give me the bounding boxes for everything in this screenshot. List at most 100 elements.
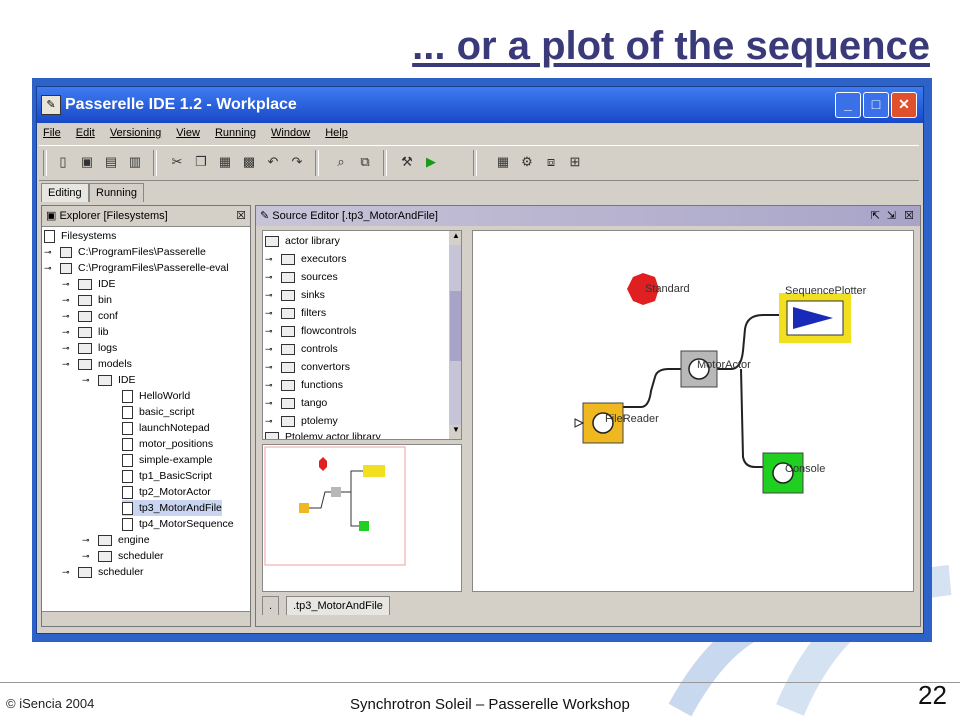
explorer-header: ▣ Explorer [Filesystems] ☒: [42, 206, 250, 227]
editor-header: ✎ Source Editor [.tp3_MotorAndFile] ⇱ ⇲ …: [256, 206, 920, 226]
tree-item[interactable]: tp4_MotorSequence: [122, 516, 234, 532]
layout-icon[interactable]: ⊞: [567, 154, 583, 170]
delete-icon[interactable]: ▩: [241, 154, 257, 170]
overview-reader: [299, 503, 309, 513]
tree-item[interactable]: ⊸ IDE: [82, 372, 136, 388]
vertical-scrollbar[interactable]: ▲ ▼: [449, 231, 461, 439]
library-item[interactable]: ⊸ sinks: [265, 287, 325, 303]
stop-icon[interactable]: ⧈: [543, 154, 559, 170]
library-item[interactable]: ⊸ sources: [265, 269, 338, 285]
window-titlebar[interactable]: ✎ Passerelle IDE 1.2 - Workplace _ □ ✕: [37, 87, 923, 123]
tree-item[interactable]: ⊸ models: [62, 356, 132, 372]
paste-icon[interactable]: ▦: [217, 154, 233, 170]
tree-item[interactable]: ⊸ C:\ProgramFiles\Passerelle-eval: [44, 260, 229, 276]
undo-icon[interactable]: ↶: [265, 154, 281, 170]
overview-director: [319, 457, 327, 471]
cut-icon[interactable]: ✂: [169, 154, 185, 170]
scroll-down-icon[interactable]: ▼: [449, 425, 461, 439]
library-item[interactable]: ⊸ convertors: [265, 359, 350, 375]
library-item[interactable]: ⊸ functions: [265, 377, 343, 393]
tree-item[interactable]: ⊸ scheduler: [62, 564, 144, 580]
tree-item[interactable]: launchNotepad: [122, 420, 210, 436]
tree-item[interactable]: ⊸ IDE: [62, 276, 116, 292]
tree-item[interactable]: ⊸ logs: [62, 340, 117, 356]
maximize-icon[interactable]: □: [863, 92, 889, 118]
explorer-panel: ▣ Explorer [Filesystems] ☒ Filesystems ⊸…: [41, 205, 251, 627]
tab-editing[interactable]: Editing: [41, 183, 89, 202]
tree-item[interactable]: HelloWorld: [122, 388, 190, 404]
redo-icon[interactable]: ↷: [289, 154, 305, 170]
library-item[interactable]: actor library: [265, 233, 340, 249]
tree-item[interactable]: tp2_MotorActor: [122, 484, 211, 500]
footer-divider: [0, 682, 960, 683]
menu-help[interactable]: Help: [325, 127, 348, 139]
run-icon[interactable]: ▶: [423, 154, 439, 170]
debug-icon[interactable]: ⚙: [519, 154, 535, 170]
undock-icon[interactable]: ⇱: [871, 206, 880, 226]
footer-text: Synchrotron Soleil – Passerelle Workshop: [350, 696, 630, 713]
menu-versioning[interactable]: Versioning: [110, 127, 161, 139]
library-item[interactable]: ⊸ tango: [265, 395, 327, 411]
tab-model[interactable]: .tp3_MotorAndFile: [286, 596, 390, 615]
close-panel-icon[interactable]: ☒: [236, 206, 246, 226]
overview-console: [359, 521, 369, 531]
ide-window: ✎ Passerelle IDE 1.2 - Workplace _ □ ✕ F…: [36, 86, 924, 634]
library-item[interactable]: ⊸ executors: [265, 251, 347, 267]
scroll-up-icon[interactable]: ▲: [449, 231, 461, 245]
tree-item[interactable]: motor_positions: [122, 436, 213, 452]
tree-item[interactable]: Filesystems: [44, 228, 116, 244]
slide-title: ... or a plot of the sequence: [412, 24, 930, 68]
save-all-icon[interactable]: ▤: [103, 154, 119, 170]
tree-item[interactable]: ⊸ bin: [62, 292, 112, 308]
menu-edit[interactable]: Edit: [76, 127, 95, 139]
close-editor-icon[interactable]: ☒: [904, 206, 914, 226]
save-icon[interactable]: ▣: [79, 154, 95, 170]
tree-item-selected[interactable]: tp3_MotorAndFile: [122, 500, 222, 516]
plotter-label: SequencePlotter: [785, 285, 867, 297]
library-item[interactable]: ⊸ controls: [265, 341, 338, 357]
scroll-thumb[interactable]: [450, 291, 461, 361]
console-label: Console: [785, 463, 826, 475]
new-icon[interactable]: ▯: [55, 154, 71, 170]
library-item[interactable]: ⊸ ptolemy: [265, 413, 338, 429]
menu-running[interactable]: Running: [215, 127, 256, 139]
tree-item[interactable]: basic_script: [122, 404, 194, 420]
model-icon[interactable]: ▦: [495, 154, 511, 170]
horizontal-scrollbar[interactable]: [42, 611, 250, 626]
library-item[interactable]: ⊸ flowcontrols: [265, 323, 356, 339]
tab-dot[interactable]: .: [262, 596, 280, 615]
replace-icon[interactable]: ⧉: [357, 154, 373, 170]
editor-icon: ✎: [260, 210, 270, 222]
library-item[interactable]: Ptolemy actor library: [265, 429, 381, 439]
find-icon[interactable]: ⌕: [333, 154, 349, 170]
link-motor-console: [740, 368, 763, 468]
reader-label: FileReader: [605, 413, 659, 425]
tree-item[interactable]: tp1_BasicScript: [122, 468, 212, 484]
app-icon: ✎: [41, 95, 61, 115]
toolbar: ▯ ▣ ▤ ▥ ✂ ❐ ▦ ▩ ↶ ↷ ⌕ ⧉ ⚒ ▶ ▦ ⚙ ⧈ ⊞: [39, 145, 919, 181]
copyright: © iSencia 2004: [6, 696, 95, 711]
tree-item[interactable]: ⊸ C:\ProgramFiles\Passerelle: [44, 244, 206, 260]
tree-item[interactable]: simple-example: [122, 452, 213, 468]
tree-item[interactable]: ⊸ lib: [62, 324, 109, 340]
library-item[interactable]: ⊸ filters: [265, 305, 326, 321]
close-icon[interactable]: ✕: [891, 92, 917, 118]
actor-library: actor library ⊸ executors ⊸ sources ⊸ sinks…: [262, 230, 462, 440]
tree-item[interactable]: ⊸ engine: [82, 532, 150, 548]
menu-view[interactable]: View: [176, 127, 200, 139]
tree-item[interactable]: ⊸ conf: [62, 308, 118, 324]
print-icon[interactable]: ▥: [127, 154, 143, 170]
menu-bar: File Edit Versioning View Running Window…: [37, 123, 923, 143]
tab-running[interactable]: Running: [89, 183, 144, 202]
tree-item[interactable]: ⊸ scheduler: [82, 548, 164, 564]
build-icon[interactable]: ⚒: [399, 154, 415, 170]
editor-title: Source Editor [.tp3_MotorAndFile]: [272, 210, 438, 222]
model-canvas[interactable]: Standard SequencePlotter MotorActor File…: [472, 230, 914, 592]
copy-icon[interactable]: ❐: [193, 154, 209, 170]
menu-window[interactable]: Window: [271, 127, 310, 139]
model-overview[interactable]: [262, 444, 462, 592]
dock-icon[interactable]: ⇲: [887, 206, 896, 226]
menu-file[interactable]: File: [43, 127, 61, 139]
minimize-icon[interactable]: _: [835, 92, 861, 118]
motor-label: MotorActor: [697, 359, 751, 371]
